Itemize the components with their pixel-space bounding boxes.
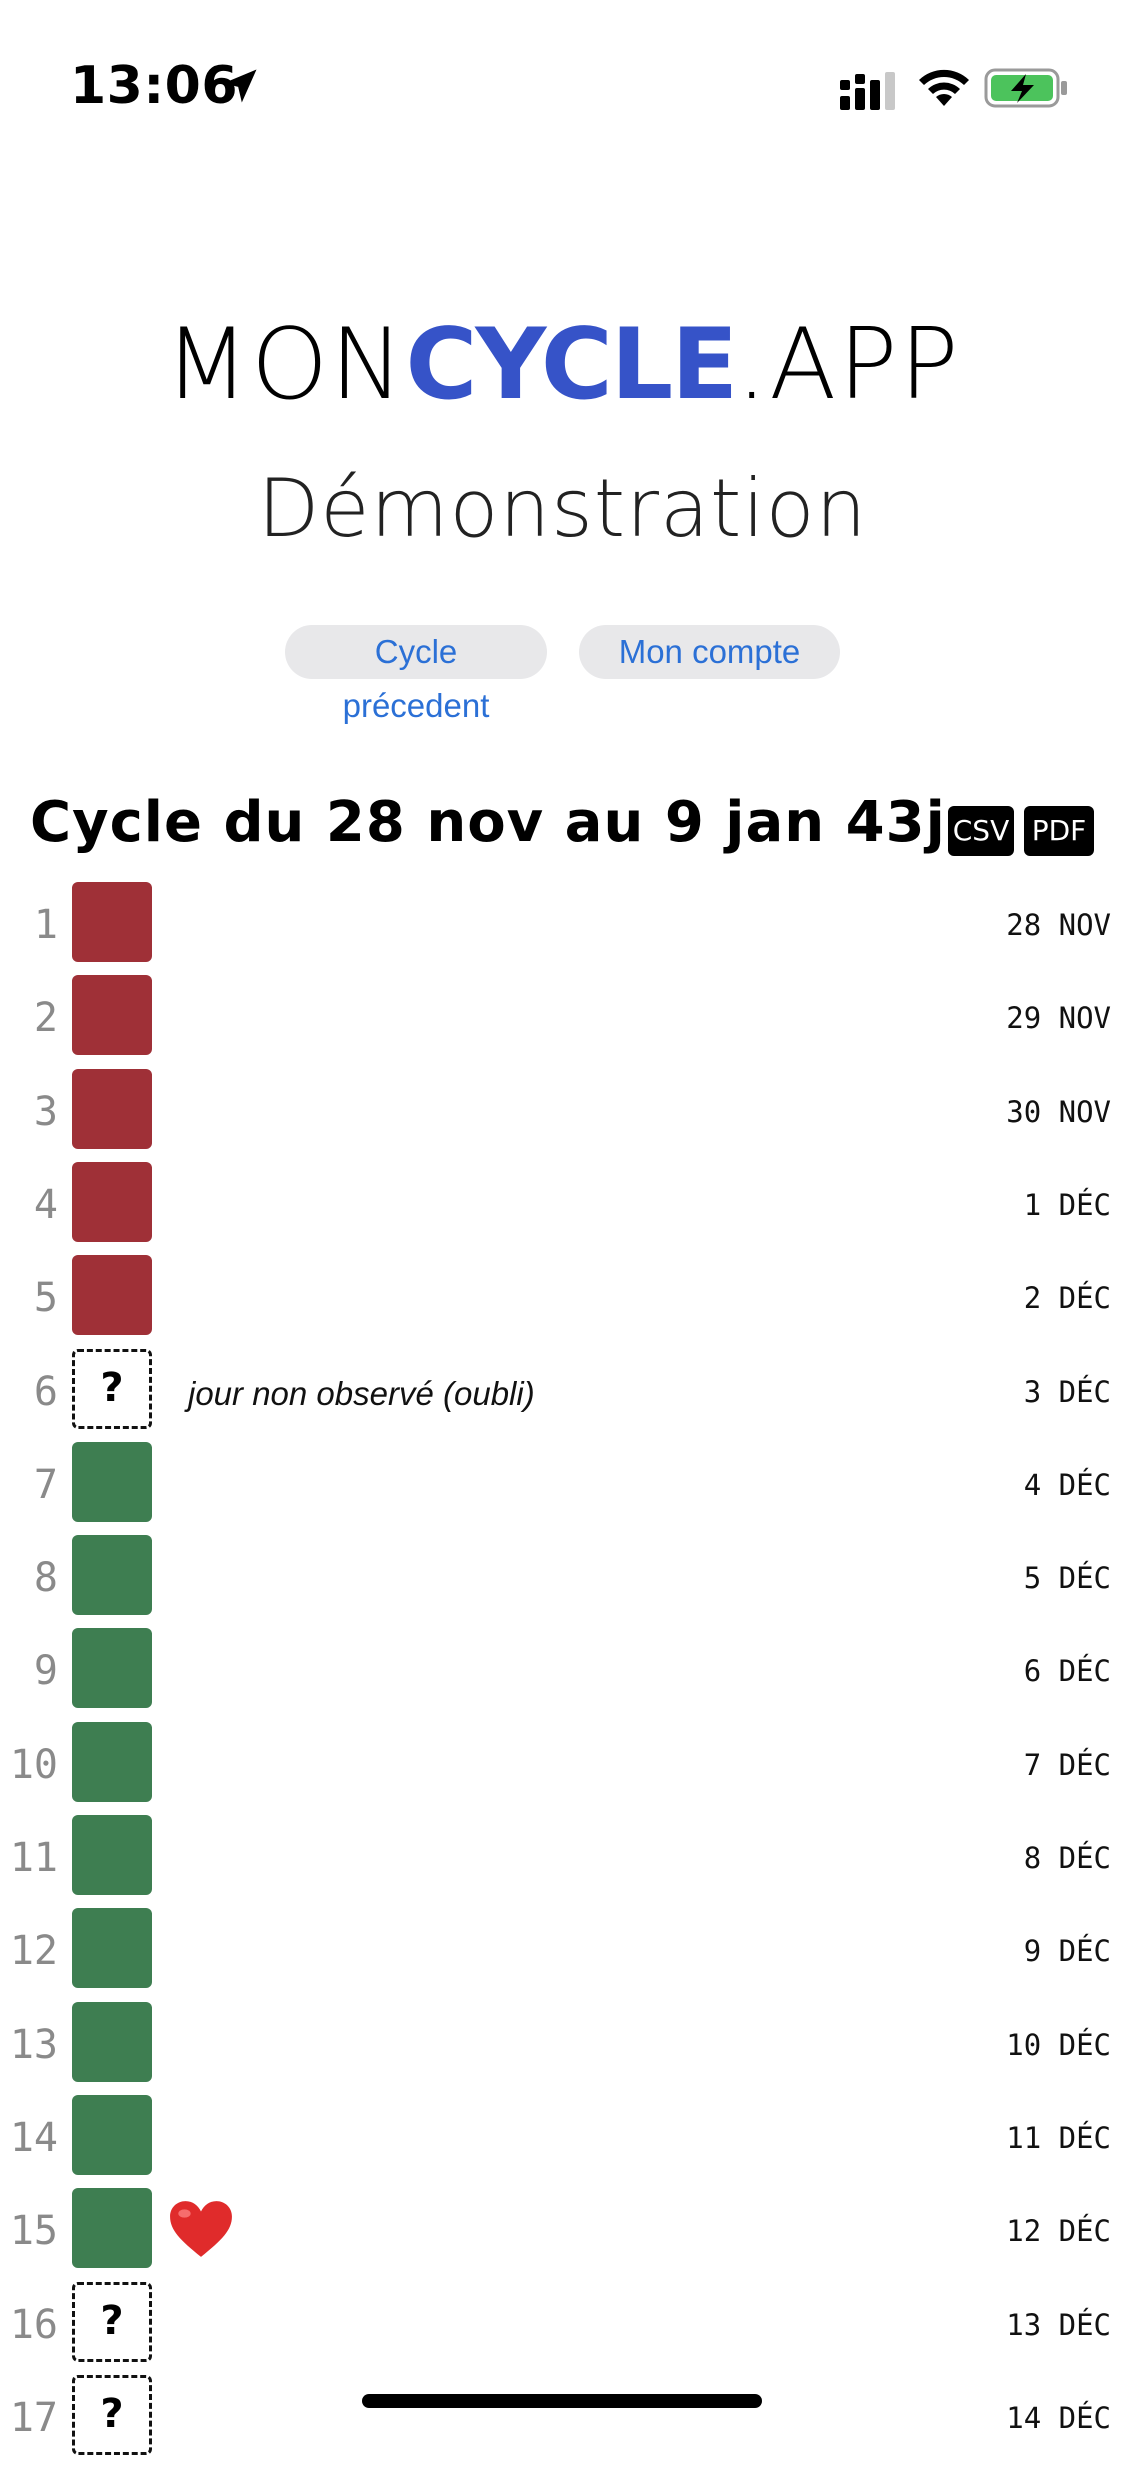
dry-day-marker[interactable]: [72, 2001, 152, 2082]
dry-day-marker[interactable]: [72, 1628, 152, 1709]
logo-mon: MON: [164, 308, 406, 422]
day-number: 12: [9, 1928, 58, 1975]
dry-day-marker[interactable]: [72, 2094, 152, 2175]
day-note: jour non observé (oubli): [188, 1374, 535, 1412]
heart-icon: [170, 2201, 232, 2258]
unobserved-day-marker[interactable]: ?: [72, 2374, 152, 2455]
cycle-title: Cycle du 28 nov au 9 jan 43j: [30, 790, 946, 855]
unobserved-day-marker[interactable]: ?: [72, 1348, 152, 1429]
day-row[interactable]: 3 30 NOV: [0, 1067, 1125, 1160]
day-date: 10 DÉC: [1006, 2027, 1111, 2062]
day-row[interactable]: 10 7 DÉC: [0, 1720, 1125, 1813]
day-number: 1: [33, 902, 58, 948]
day-row[interactable]: 17? 14 DÉC: [0, 2373, 1125, 2466]
day-number: 2: [33, 995, 58, 1042]
day-number: 4: [33, 1181, 58, 1228]
period-day-marker[interactable]: [72, 882, 152, 962]
day-row[interactable]: 9 6 DÉC: [0, 1626, 1125, 1719]
location-arrow-icon: [223, 69, 257, 103]
day-date: 5 DÉC: [1023, 1561, 1111, 1596]
day-date: 8 DÉC: [1023, 1841, 1111, 1875]
day-date: 29 NOV: [1006, 1001, 1111, 1036]
day-date: 2 DÉC: [1023, 1281, 1111, 1316]
wifi-icon: [919, 69, 969, 106]
day-date: 1 DÉC: [1023, 1187, 1111, 1222]
day-row[interactable]: 16? 13 DÉC: [0, 2280, 1125, 2373]
day-row[interactable]: 2 29 NOV: [0, 973, 1125, 1066]
day-date: 6 DÉC: [1023, 1654, 1111, 1689]
day-row[interactable]: 6? jour non observé (oubli) 3 DÉC: [0, 1347, 1125, 1440]
period-day-marker[interactable]: [72, 975, 152, 1056]
dry-day-marker[interactable]: [72, 1441, 152, 1522]
day-date: 4 DÉC: [1023, 1467, 1111, 1502]
battery-charging-icon: [984, 68, 1067, 108]
period-day-marker[interactable]: [72, 1068, 152, 1149]
day-number: 8: [33, 1555, 58, 1602]
day-date: 3 DÉC: [1023, 1374, 1111, 1409]
day-number: 15: [9, 2208, 58, 2255]
day-date: 11 DÉC: [1006, 2120, 1111, 2155]
status-time: 13:06: [70, 56, 239, 116]
day-number: 16: [9, 2301, 58, 2348]
day-date: 12 DÉC: [1006, 2214, 1111, 2249]
day-row[interactable]: 14 11 DÉC: [0, 2093, 1125, 2186]
day-number: 9: [33, 1648, 58, 1695]
export-pdf-button[interactable]: PDF: [1024, 806, 1094, 856]
status-bar: 13:06: [0, 0, 1125, 140]
day-date: 28 NOV: [1006, 908, 1111, 942]
logo-cycle: CYCLE: [405, 308, 738, 422]
day-date: 7 DÉC: [1023, 1747, 1111, 1782]
day-date: 13 DÉC: [1006, 2307, 1111, 2342]
day-row[interactable]: 13 10 DÉC: [0, 2000, 1125, 2093]
nav-buttons: Cycle précedent Mon compte: [0, 625, 1125, 724]
period-day-marker[interactable]: [72, 1255, 152, 1336]
my-account-button[interactable]: Mon compte: [579, 625, 840, 679]
app-logo: MONCYCLE.APP: [0, 300, 1125, 430]
day-date: 9 DÉC: [1023, 1934, 1111, 1969]
day-number: 14: [9, 2114, 58, 2161]
day-number: 17: [9, 2394, 58, 2441]
day-date: 14 DÉC: [1006, 2400, 1111, 2435]
export-csv-button[interactable]: CSV: [948, 806, 1014, 856]
logo-app: .APP: [736, 308, 961, 422]
day-number: 7: [33, 1461, 58, 1508]
day-number: 13: [9, 2021, 58, 2068]
day-row[interactable]: 5 2 DÉC: [0, 1253, 1125, 1346]
unobserved-day-marker[interactable]: ?: [72, 2281, 152, 2362]
dry-day-marker[interactable]: [72, 2188, 152, 2269]
previous-cycle-button[interactable]: Cycle précedent: [285, 625, 547, 724]
day-row[interactable]: 1 28 NOV: [0, 880, 1125, 973]
day-date: 30 NOV: [1006, 1094, 1111, 1129]
period-day-marker[interactable]: [72, 1161, 152, 1242]
day-row[interactable]: 4 1 DÉC: [0, 1160, 1125, 1253]
signal-icon: [840, 72, 895, 110]
dry-day-marker[interactable]: [72, 1908, 152, 1989]
day-number: 3: [33, 1088, 58, 1135]
day-row[interactable]: 8 5 DÉC: [0, 1533, 1125, 1626]
day-row[interactable]: 15 12 DÉC: [0, 2186, 1125, 2279]
day-number: 11: [9, 1835, 58, 1881]
day-number: 10: [9, 1741, 58, 1788]
day-number: 6: [33, 1368, 58, 1415]
day-row[interactable]: 11 8 DÉC: [0, 1813, 1125, 1906]
day-row[interactable]: 7 4 DÉC: [0, 1440, 1125, 1533]
dry-day-marker[interactable]: [72, 1535, 152, 1616]
page-subtitle: Démonstration: [257, 462, 868, 555]
day-row[interactable]: 12 9 DÉC: [0, 1906, 1125, 1999]
dry-day-marker[interactable]: [72, 1815, 152, 1895]
day-number: 5: [33, 1275, 58, 1322]
dry-day-marker[interactable]: [72, 1721, 152, 1802]
home-indicator: [362, 2394, 762, 2408]
